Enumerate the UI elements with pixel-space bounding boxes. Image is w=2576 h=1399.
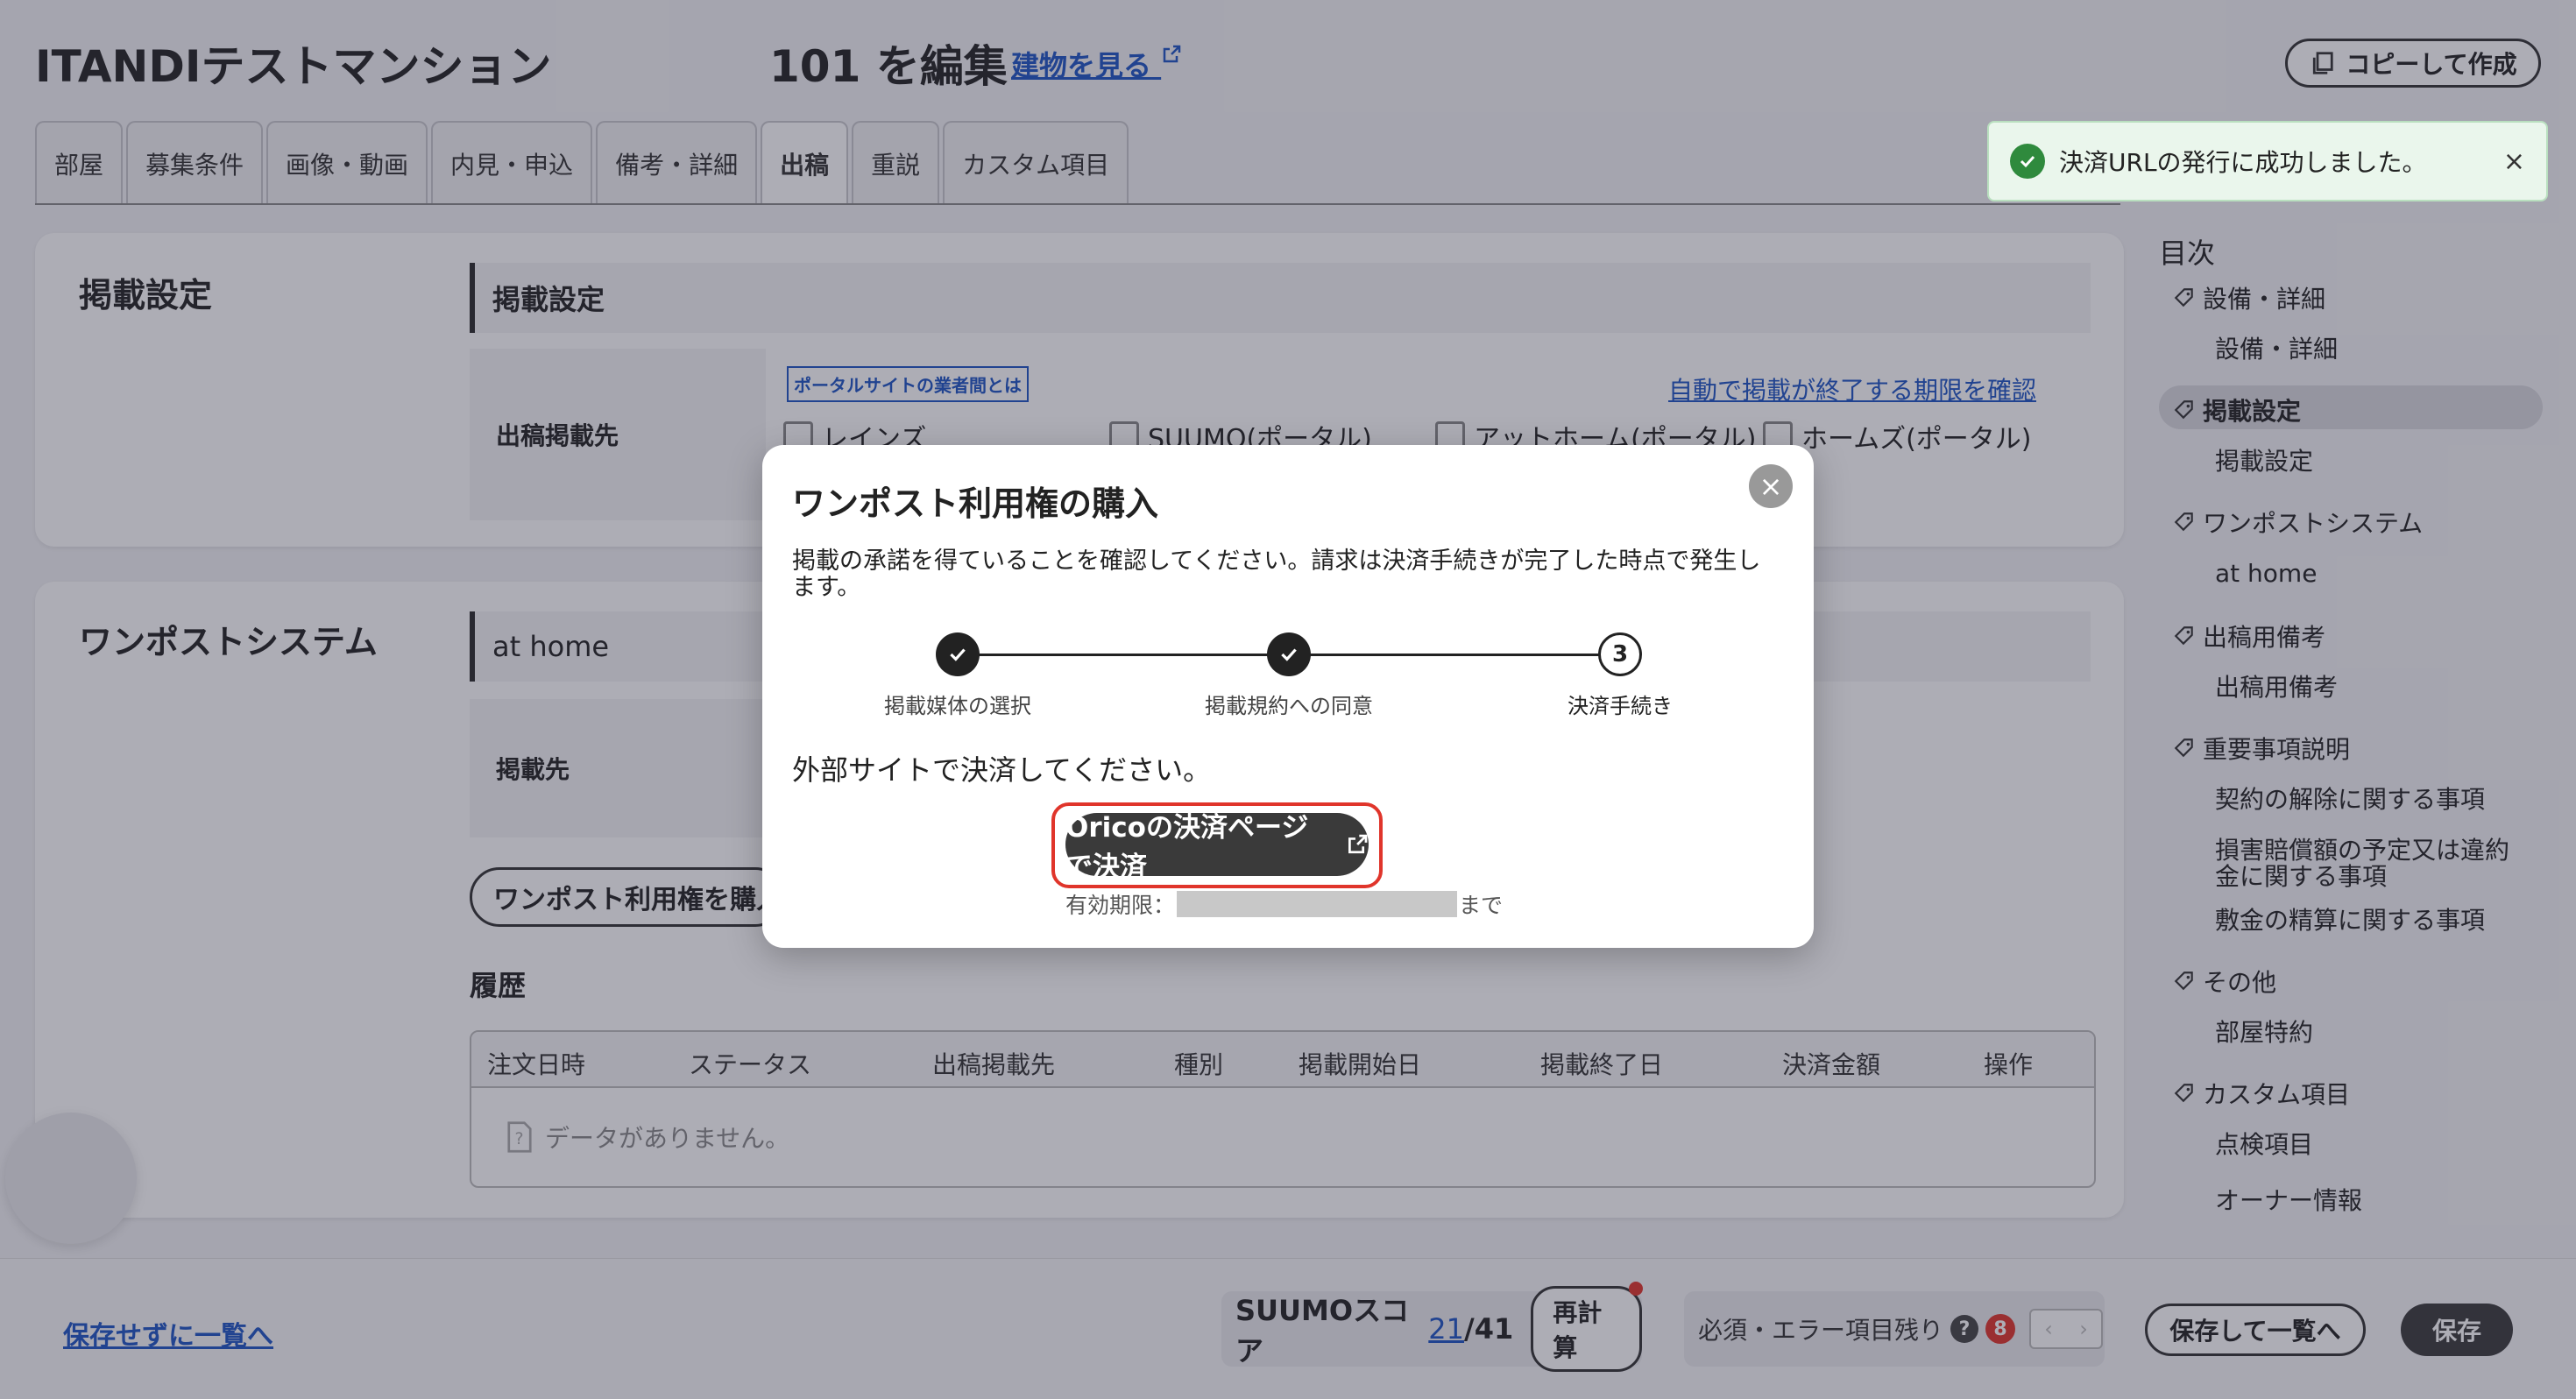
close-icon[interactable]: × (1749, 464, 1793, 508)
success-toast: 決済URLの発行に成功しました。 × (1987, 121, 2548, 201)
modal-title: ワンポスト利用権の購入 (792, 484, 1159, 523)
redacted-expiry-date (1177, 891, 1458, 917)
modal-description: 掲載の承諾を得ていることを確認してください。請求は決済手続きが完了した時点で発生… (792, 548, 1761, 601)
purchase-modal: ワンポスト利用権の購入 × 掲載の承諾を得ていることを確認してください。請求は決… (762, 445, 1814, 948)
external-payment-text: 外部サイトで決済してください。 (792, 753, 1212, 787)
check-circle-icon (2010, 144, 2045, 179)
expiry-suffix: まで (1459, 893, 1504, 918)
step-2-check-icon (1267, 632, 1311, 676)
step-3-label: 決済手続き (1568, 694, 1673, 718)
orico-pay-button[interactable]: Oricoの決済ページで決済 (1065, 812, 1369, 883)
step-3-indicator: 3 (1598, 632, 1642, 676)
step-1-label: 掲載媒体の選択 (884, 694, 1031, 718)
step-1-check-icon (936, 632, 980, 676)
step-2-label: 掲載規約への同意 (1205, 694, 1373, 718)
external-link-icon (1348, 834, 1368, 854)
toast-message: 決済URLの発行に成功しました。 (2059, 148, 2427, 177)
expiry-row: 有効期限： まで (1065, 888, 1503, 920)
expiry-prefix: 有効期限： (1065, 893, 1176, 918)
orico-pay-label: Oricoの決済ページで決済 (1065, 812, 1309, 883)
close-icon[interactable]: × (2503, 146, 2525, 177)
